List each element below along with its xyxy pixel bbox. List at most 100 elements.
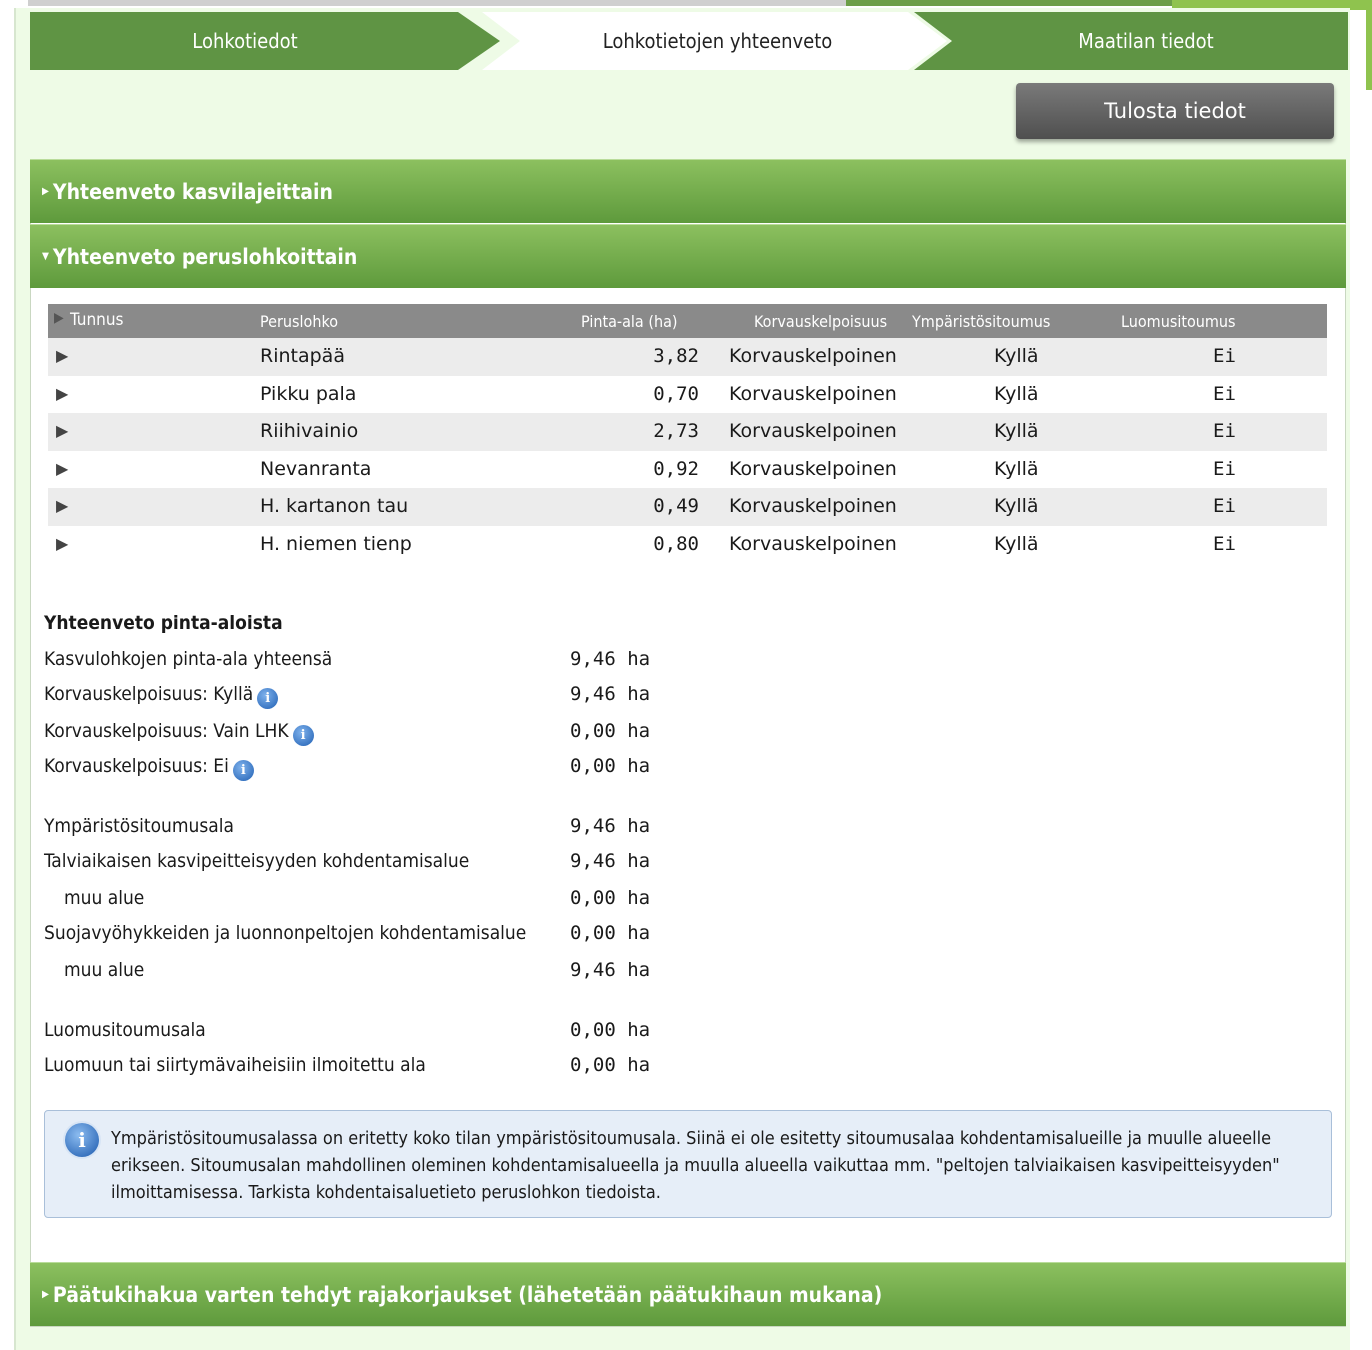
summary-line: Luomuun tai siirtymävaiheisiin ilmoitett…: [44, 1051, 744, 1081]
cell-ymparistositoumus: Kyllä: [994, 495, 1039, 517]
summary-label: Korvauskelpoisuus: Ei i: [44, 755, 254, 781]
row-expand-icon[interactable]: ▶: [56, 496, 68, 515]
step-tab-label: Maatilan tiedot: [1078, 29, 1214, 53]
summary-label: Kasvulohkojen pinta-ala yhteensä: [44, 648, 333, 670]
col-ymparistositoumus[interactable]: Ympäristösitoumus: [912, 312, 1050, 331]
cell-korvauskelpoisuus: Korvauskelpoinen: [729, 495, 897, 517]
cell-peruslohko: Rintapää: [260, 345, 345, 367]
cell-pinta-ala: 0,70: [653, 382, 699, 405]
summary-value: 0,00 ha: [570, 720, 651, 742]
accordion-corrections[interactable]: ▶ Päätukihakua varten tehdyt rajakorjauk…: [30, 1262, 1346, 1326]
summary-line: Korvauskelpoisuus: Ei i 0,00 ha: [44, 752, 744, 782]
summary-label: Luomuun tai siirtymävaiheisiin ilmoitett…: [44, 1054, 426, 1076]
info-note: i Ympäristösitoumusalassa on eritetty ko…: [44, 1110, 1332, 1218]
cell-ymparistositoumus: Kyllä: [994, 457, 1039, 480]
col-luomusitoumus[interactable]: Luomusitoumus: [1121, 312, 1236, 331]
cell-pinta-ala: 0,49: [653, 495, 699, 517]
summary-value: 9,46 ha: [570, 850, 651, 872]
table-row[interactable]: ▶ Pikku pala 0,70 Korvauskelpoinen Kyllä…: [48, 376, 1327, 414]
summary-label: Talviaikaisen kasvipeitteisyyden kohdent…: [44, 850, 470, 872]
summary-value: 9,46 ha: [570, 959, 651, 981]
cell-ymparistositoumus: Kyllä: [994, 382, 1039, 405]
cell-luomusitoumus: Ei: [1213, 382, 1236, 405]
step-tab-yhteenveto-active[interactable]: Lohkotietojen yhteenveto: [482, 12, 947, 70]
cell-korvauskelpoisuus: Korvauskelpoinen: [729, 457, 897, 480]
summary-line: muu alue 0,00 ha: [44, 884, 744, 914]
top-strip-green: [846, 0, 1172, 6]
info-icon[interactable]: i: [232, 760, 254, 781]
top-strip-grey: [28, 0, 846, 6]
summary-line: Korvauskelpoisuus: Vain LHK i 0,00 ha: [44, 717, 744, 747]
table-row[interactable]: ▶ Rintapää 3,82 Korvauskelpoinen Kyllä E…: [48, 338, 1327, 376]
cell-luomusitoumus: Ei: [1213, 457, 1236, 480]
col-pinta-ala[interactable]: Pinta-ala (ha): [581, 312, 678, 331]
collapse-arrow-icon: ▼: [42, 251, 49, 262]
info-icon[interactable]: i: [292, 725, 314, 746]
row-expand-icon[interactable]: ▶: [56, 346, 68, 365]
accordion-by-crop[interactable]: ▶ Yhteenveto kasvilajeittain: [30, 159, 1346, 223]
step-tab-maatilan-tiedot[interactable]: Maatilan tiedot: [914, 12, 1348, 70]
step-tab-lohkotiedot[interactable]: Lohkotiedot: [30, 12, 500, 70]
right-edge-accent: [1366, 0, 1372, 90]
accordion-title: Yhteenveto peruslohkoittain: [52, 244, 358, 269]
col-tunnus[interactable]: Tunnus: [70, 310, 124, 330]
summary-label-text: Korvauskelpoisuus: Kyllä: [44, 683, 254, 705]
cell-peruslohko: H. kartanon tau: [260, 495, 409, 517]
summary-value: 0,00 ha: [570, 922, 651, 944]
summary-line: Suojavyöhykkeiden ja luonnonpeltojen koh…: [44, 919, 744, 949]
row-expand-icon[interactable]: ▶: [56, 421, 68, 440]
summary-label-text: Korvauskelpoisuus: Ei: [44, 755, 229, 777]
step-navigation: Lohkotiedot Lohkotietojen yhteenveto Maa…: [30, 12, 1348, 70]
cell-peruslohko: H. niemen tienp: [260, 532, 412, 555]
table-row[interactable]: ▶ Nevanranta 0,92 Korvauskelpoinen Kyllä…: [48, 451, 1327, 489]
summary-line: Talviaikaisen kasvipeitteisyyden kohdent…: [44, 847, 744, 877]
summary-label-text: Korvauskelpoisuus: Vain LHK: [44, 720, 289, 742]
cell-ymparistositoumus: Kyllä: [994, 420, 1039, 442]
cell-pinta-ala: 0,80: [653, 532, 699, 555]
table-row[interactable]: ▶ Riihivainio 2,73 Korvauskelpoinen Kyll…: [48, 413, 1327, 451]
summary-label: Ympäristösitoumusala: [44, 815, 234, 837]
table-header: ▶ Tunnus Peruslohko Pinta-ala (ha) Korva…: [48, 304, 1327, 338]
table-row[interactable]: ▶ H. niemen tienp 0,80 Korvauskelpoinen …: [48, 526, 1327, 564]
summary-label: Korvauskelpoisuus: Vain LHK i: [44, 720, 314, 746]
cell-peruslohko: Riihivainio: [260, 420, 359, 442]
step-tab-label: Lohkotietojen yhteenveto: [602, 29, 833, 53]
summary-label: Korvauskelpoisuus: Kyllä i: [44, 683, 279, 709]
info-note-text: Ympäristösitoumusalassa on eritetty koko…: [111, 1128, 1280, 1203]
col-korvauskelpoisuus[interactable]: Korvauskelpoisuus: [754, 312, 887, 331]
expand-all-icon[interactable]: ▶: [54, 310, 64, 326]
summary-label: muu alue: [64, 959, 145, 981]
accordion-by-parcel[interactable]: ▼ Yhteenveto peruslohkoittain: [30, 224, 1346, 288]
cell-peruslohko: Nevanranta: [260, 457, 372, 480]
cell-luomusitoumus: Ei: [1213, 495, 1236, 517]
cell-luomusitoumus: Ei: [1213, 420, 1236, 442]
cell-korvauskelpoisuus: Korvauskelpoinen: [729, 345, 897, 367]
expand-arrow-icon: ▶: [42, 186, 49, 197]
col-peruslohko[interactable]: Peruslohko: [260, 312, 338, 331]
summary-line: Luomusitoumusala 0,00 ha: [44, 1016, 744, 1046]
info-icon: i: [65, 1123, 99, 1157]
summary-value: 9,46 ha: [570, 683, 651, 705]
cell-korvauskelpoisuus: Korvauskelpoinen: [729, 420, 897, 442]
expand-arrow-icon: ▶: [42, 1289, 49, 1300]
cell-ymparistositoumus: Kyllä: [994, 532, 1039, 555]
cell-ymparistositoumus: Kyllä: [994, 345, 1039, 367]
info-icon[interactable]: i: [257, 688, 279, 709]
summary-value: 0,00 ha: [570, 887, 651, 909]
row-expand-icon[interactable]: ▶: [56, 534, 68, 553]
row-expand-icon[interactable]: ▶: [56, 384, 68, 403]
parcel-table: ▶ Tunnus Peruslohko Pinta-ala (ha) Korva…: [48, 304, 1327, 563]
accordion-title: Yhteenveto kasvilajeittain: [52, 179, 333, 204]
row-expand-icon[interactable]: ▶: [56, 459, 68, 478]
summary-value: 9,46 ha: [570, 648, 651, 670]
summary-value: 0,00 ha: [570, 1019, 651, 1041]
cell-korvauskelpoisuus: Korvauskelpoinen: [729, 532, 897, 555]
print-button[interactable]: Tulosta tiedot: [1016, 83, 1334, 139]
cell-pinta-ala: 3,82: [653, 345, 699, 367]
summary-label: Luomusitoumusala: [44, 1019, 206, 1041]
cell-korvauskelpoisuus: Korvauskelpoinen: [729, 382, 897, 405]
summary-value: 9,46 ha: [570, 815, 651, 837]
cell-luomusitoumus: Ei: [1213, 532, 1236, 555]
cell-luomusitoumus: Ei: [1213, 345, 1236, 367]
table-row[interactable]: ▶ H. kartanon tau 0,49 Korvauskelpoinen …: [48, 488, 1327, 526]
